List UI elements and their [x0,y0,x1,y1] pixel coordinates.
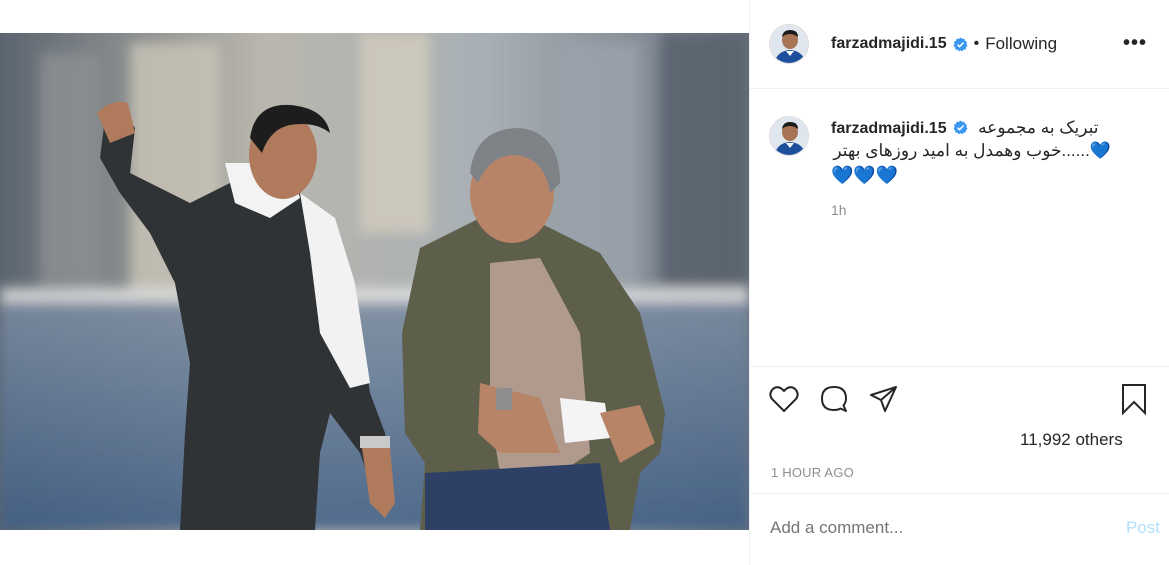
post-timestamp[interactable]: 1 HOUR AGO [771,465,854,480]
caption-avatar-image [770,117,808,155]
caption-body: farzadmajidi.15 تبریک به مجموعه 💙......خ… [831,116,1121,218]
post-modal: farzadmajidi.15 • Following ••• farzadma… [0,0,1169,565]
save-button[interactable] [1118,383,1150,415]
comment-icon [821,386,847,412]
caption-text-line2-row: 💙......خوب وهمدل به امید روزهای بهتر [831,140,1111,162]
avatar-image [770,25,808,63]
comment-button[interactable] [818,383,850,415]
caption: farzadmajidi.15 تبریک به مجموعه 💙......خ… [769,116,1169,218]
caption-first-line: farzadmajidi.15 تبریک به مجموعه [831,116,1121,140]
caption-text-line1: تبریک به مجموعه [978,118,1099,137]
caption-heart-inline: 💙 [1089,141,1111,160]
likes-count[interactable]: 11,992 others [1020,430,1123,450]
heart-icon [769,386,799,413]
post-comment-button[interactable]: Post [1126,518,1160,538]
photo-area [0,0,749,565]
share-icon [870,386,897,412]
action-bar [750,367,1169,427]
post-header: farzadmajidi.15 • Following ••• [750,0,1169,89]
caption-verified-badge-icon [953,120,968,135]
share-button[interactable] [868,383,900,415]
caption-avatar[interactable] [769,116,809,156]
bookmark-icon [1122,384,1146,415]
avatar[interactable] [769,24,809,64]
following-button[interactable]: Following [985,34,1057,54]
caption-text-line2: ......خوب وهمدل به امید روزهای بهتر [833,141,1090,160]
separator-dot: • [973,35,980,52]
comment-bar: Post [750,493,1169,565]
verified-badge-icon [953,36,968,51]
comments-section: farzadmajidi.15 تبریک به مجموعه 💙......خ… [750,89,1169,367]
caption-hearts: 💙💙💙 [831,165,899,185]
post-photo-image [0,33,749,530]
more-options-button[interactable]: ••• [1123,33,1147,53]
post-sidebar: farzadmajidi.15 • Following ••• farzadma… [749,0,1169,565]
caption-username[interactable]: farzadmajidi.15 [831,120,947,137]
caption-time[interactable]: 1h [831,202,1121,218]
like-button[interactable] [768,383,800,415]
comment-input[interactable] [770,518,1070,538]
username-link[interactable]: farzadmajidi.15 [831,35,947,53]
post-photo[interactable] [0,33,749,530]
